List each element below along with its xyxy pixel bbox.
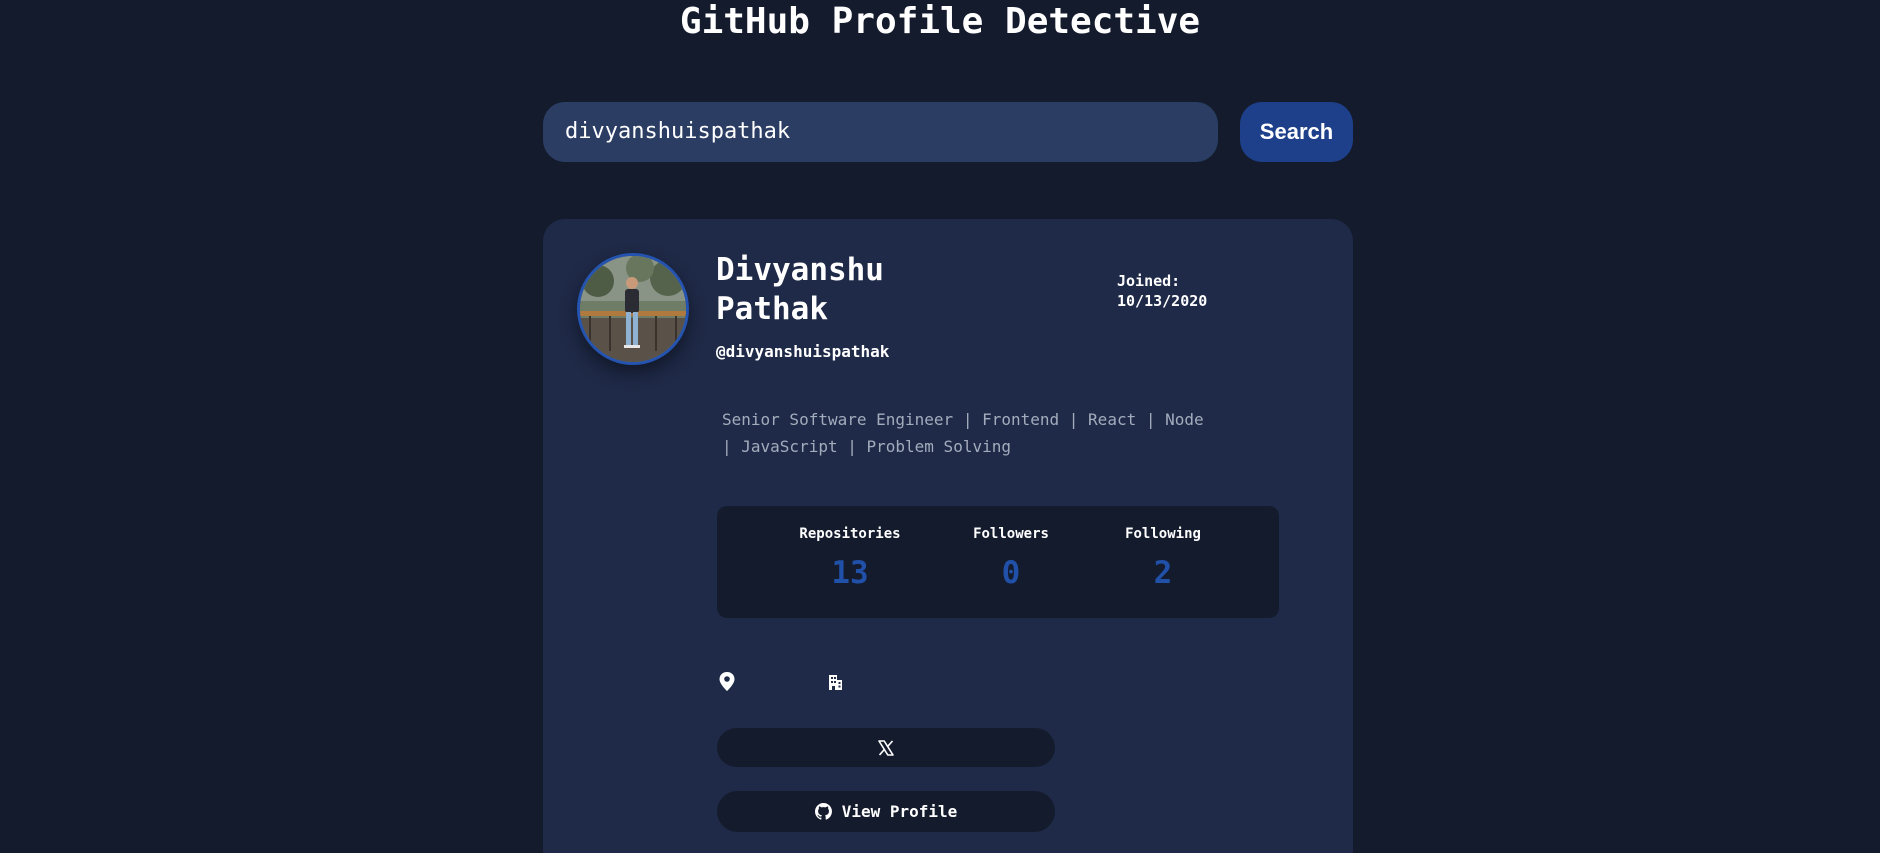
page: GitHub Profile Detective Search (0, 0, 1880, 853)
stat-label: Followers (973, 526, 1049, 542)
joined-label: Joined: (1117, 272, 1181, 290)
profile-username: @divyanshuispathak (716, 342, 890, 361)
view-profile-button[interactable]: View Profile (717, 791, 1055, 832)
profile-name: Divyanshu Pathak (716, 252, 884, 327)
profile-meta (718, 672, 918, 694)
joined-date: 10/13/2020 (1117, 292, 1208, 310)
stat-label: Following (1125, 526, 1201, 542)
page-title: GitHub Profile Detective (679, 1, 1201, 42)
view-profile-label: View Profile (841, 802, 958, 821)
twitter-link[interactable] (717, 728, 1055, 767)
building-icon (829, 675, 842, 690)
search-input[interactable] (543, 102, 1218, 162)
x-logo-icon (878, 739, 894, 756)
stat-repositories: Repositories 13 (770, 524, 930, 592)
stat-followers: Followers 0 (931, 524, 1091, 592)
avatar-photo (580, 256, 686, 362)
avatar (577, 253, 689, 365)
search-button[interactable]: Search (1240, 102, 1353, 162)
stat-following: Following 2 (1083, 524, 1243, 592)
github-icon (814, 803, 832, 820)
stat-value: 2 (1153, 555, 1173, 591)
stat-label: Repositories (799, 526, 901, 542)
stats-panel: Repositories 13 Followers 0 Following 2 (717, 506, 1279, 618)
profile-card: Divyanshu Pathak @divyanshuispathak Join… (543, 219, 1353, 853)
search-bar: Search (543, 102, 1353, 162)
joined-info: Joined: 10/13/2020 (1117, 271, 1237, 311)
location-pin-icon (719, 672, 735, 691)
profile-bio: Senior Software Engineer | Frontend | Re… (722, 410, 1204, 456)
stat-value: 13 (831, 555, 869, 591)
stat-value: 0 (1001, 555, 1021, 591)
